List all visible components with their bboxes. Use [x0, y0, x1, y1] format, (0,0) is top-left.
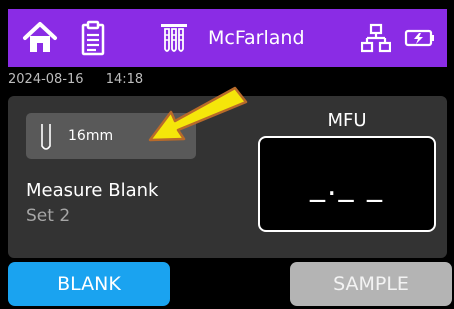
blank-button[interactable]: BLANK: [8, 262, 170, 306]
time-label: 14:18: [105, 72, 144, 87]
measure-subtitle: Set 2: [26, 206, 71, 226]
network-icon[interactable]: [360, 9, 392, 67]
tube-size-selector[interactable]: 16mm: [26, 113, 196, 159]
battery-icon: [402, 9, 438, 67]
test-tube-icon: [41, 124, 51, 150]
clipboard-icon[interactable]: [78, 9, 108, 67]
date-label: 2024-08-16: [8, 72, 84, 87]
page-title: McFarland: [208, 27, 305, 49]
sample-button[interactable]: SAMPLE: [290, 262, 452, 306]
home-icon[interactable]: [20, 9, 60, 67]
mfu-label: MFU: [327, 110, 367, 131]
measure-panel: 16mm Measure Blank Set 2 MFU _._ _: [8, 96, 447, 258]
tube-size-label: 16mm: [68, 128, 114, 144]
header-bar: McFarland: [8, 9, 447, 67]
tube-rack-icon[interactable]: [156, 9, 192, 67]
mfu-value: _._ _: [309, 168, 385, 203]
measure-title: Measure Blank: [26, 180, 159, 201]
mfu-display: _._ _: [258, 136, 436, 232]
status-line: 2024-08-16 14:18: [8, 68, 161, 92]
